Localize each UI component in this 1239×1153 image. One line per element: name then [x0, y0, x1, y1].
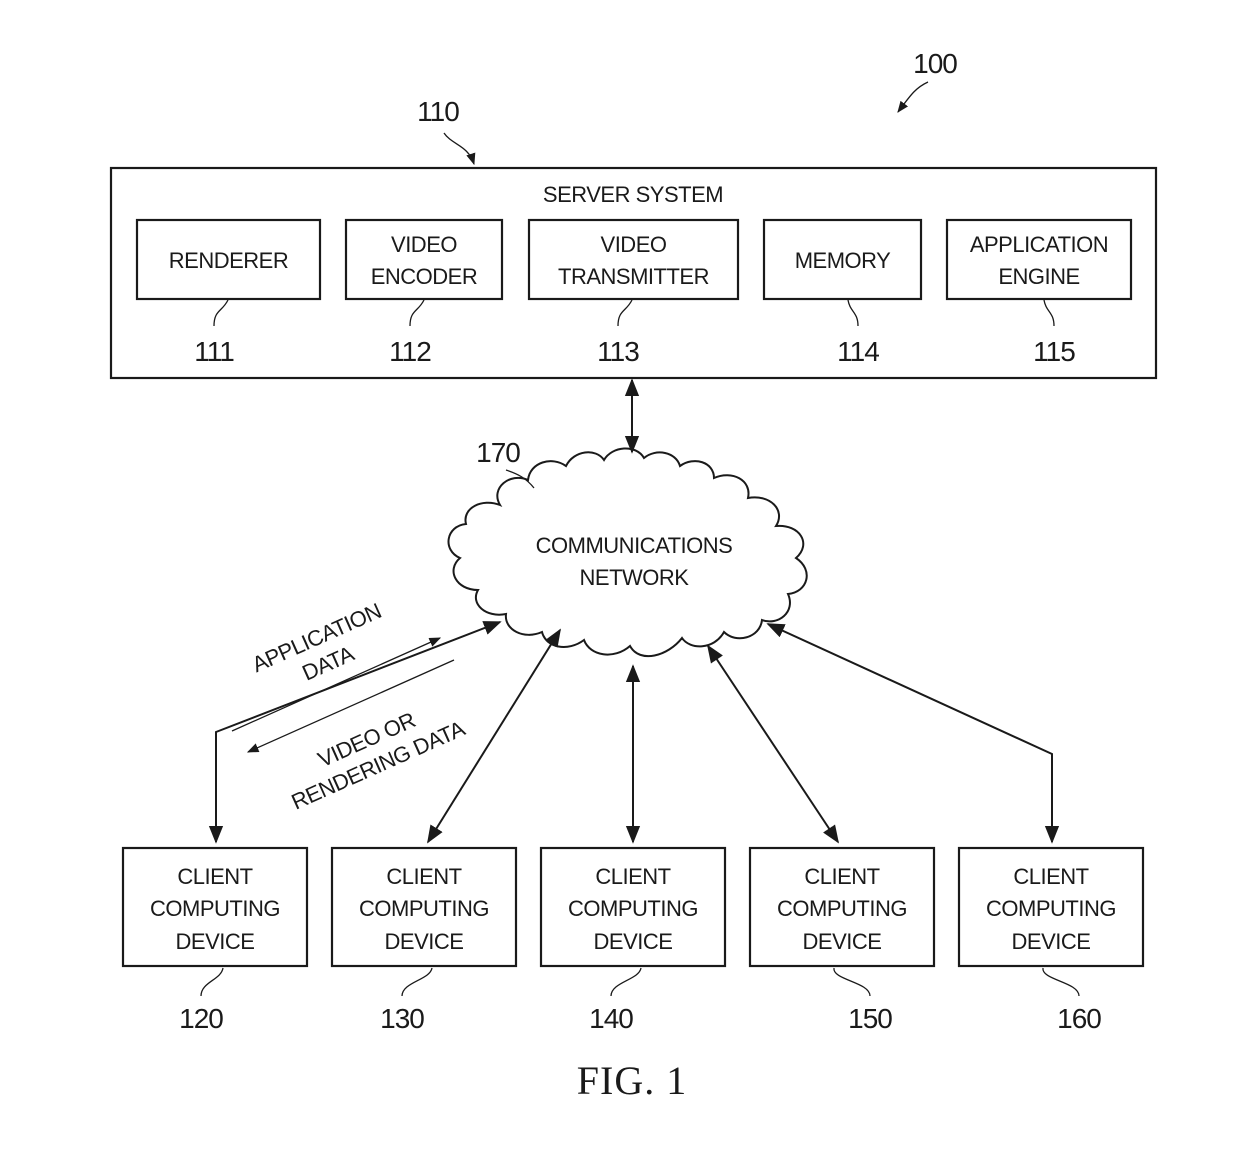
client-device-label: CLIENT	[595, 864, 670, 889]
client-ref-leader	[200, 967, 224, 997]
client-device: CLIENT COMPUTING DEVICE 150	[748, 846, 936, 1034]
client-ref-leader	[401, 967, 433, 997]
client-device-label: COMPUTING	[359, 896, 489, 921]
client-ref-leader	[610, 967, 642, 997]
component-ref-label: 115	[1033, 336, 1075, 367]
component-label: ENCODER	[371, 264, 478, 289]
client-device: CLIENT COMPUTING DEVICE 140	[539, 846, 727, 1034]
system-diagram: 100 110 SERVER SYSTEM RENDERER 111 VIDEO EN…	[109, 48, 1158, 1103]
client-device-label: COMPUTING	[150, 896, 280, 921]
component-label: APPLICATION	[970, 232, 1108, 257]
system-ref-arrow	[897, 81, 929, 113]
client-160-link	[766, 623, 1060, 844]
component-label: RENDERER	[169, 248, 288, 273]
client-device-label: DEVICE	[803, 929, 882, 954]
client-ref-label: 130	[380, 1003, 424, 1034]
network-ref-label: 170	[476, 437, 520, 468]
client-device-label: COMPUTING	[986, 896, 1116, 921]
client-150-link	[707, 644, 839, 844]
video-rendering-data-label: VIDEO OR RENDERING DATA	[288, 707, 469, 814]
component-label: VIDEO	[601, 232, 667, 257]
component-ref-label: 113	[597, 336, 639, 367]
client-device: CLIENT COMPUTING DEVICE 130	[330, 846, 518, 1034]
client-device-label: COMPUTING	[568, 896, 698, 921]
application-data-label: APPLICATION DATA	[248, 598, 385, 685]
client-device-label: DEVICE	[176, 929, 255, 954]
component-label: MEMORY	[795, 248, 891, 273]
network-label-line-1: COMMUNICATIONS	[536, 533, 733, 558]
client-ref-leader	[833, 967, 871, 997]
client-ref-leader	[1042, 967, 1080, 997]
server-system-title: SERVER SYSTEM	[543, 182, 723, 207]
component-label: VIDEO	[391, 232, 457, 257]
server-ref-arrow	[443, 132, 476, 166]
client-device-label: CLIENT	[386, 864, 461, 889]
component-label: ENGINE	[998, 264, 1079, 289]
client-device-label: COMPUTING	[777, 896, 907, 921]
client-ref-label: 160	[1057, 1003, 1101, 1034]
figure-caption: FIG. 1	[577, 1058, 687, 1103]
client-device-label: CLIENT	[177, 864, 252, 889]
component-label: TRANSMITTER	[558, 264, 709, 289]
client-device: CLIENT COMPUTING DEVICE 160	[957, 846, 1145, 1034]
client-device-label: DEVICE	[385, 929, 464, 954]
client-device-label: DEVICE	[1012, 929, 1091, 954]
component-ref-label: 111	[194, 336, 234, 367]
system-ref-label: 100	[913, 48, 957, 79]
client-ref-label: 120	[179, 1003, 223, 1034]
server-ref-label: 110	[417, 96, 459, 127]
client-ref-label: 150	[848, 1003, 892, 1034]
client-ref-label: 140	[589, 1003, 633, 1034]
client-device: CLIENT COMPUTING DEVICE 120	[121, 846, 309, 1034]
component-ref-label: 112	[389, 336, 431, 367]
client-device-label: CLIENT	[804, 864, 879, 889]
client-device-label: CLIENT	[1013, 864, 1088, 889]
client-device-label: DEVICE	[594, 929, 673, 954]
component-ref-label: 114	[837, 336, 879, 367]
network-label-line-2: NETWORK	[580, 565, 690, 590]
client-devices: CLIENT COMPUTING DEVICE 120 CLIENT COMPUTING D…	[121, 846, 1145, 1034]
